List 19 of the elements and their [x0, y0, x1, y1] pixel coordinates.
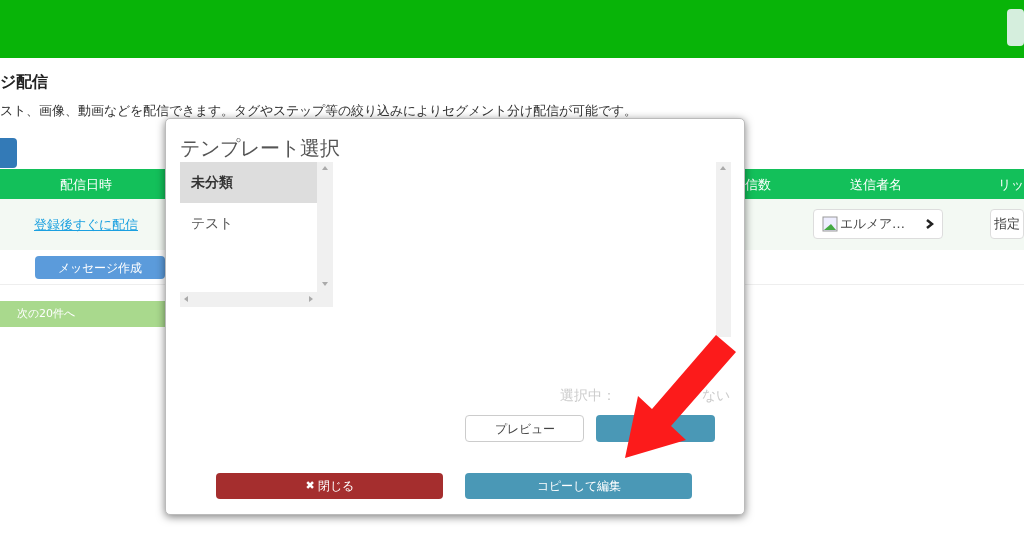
category-item[interactable]: 未分類	[180, 162, 317, 203]
add-button[interactable]	[0, 138, 17, 168]
column-header: 送信者名	[850, 176, 902, 194]
image-icon	[822, 216, 838, 232]
page-title: ジ配信	[0, 72, 48, 91]
column-header: 配信日時	[60, 176, 112, 194]
header-button[interactable]	[1007, 9, 1024, 46]
column-header: 信数	[745, 176, 771, 194]
chevron-right-icon	[926, 219, 934, 229]
scrollbar[interactable]	[716, 162, 731, 337]
specify-button[interactable]: 指定	[990, 209, 1024, 239]
close-icon: ✖	[305, 477, 315, 495]
preview-button[interactable]: プレビュー	[465, 415, 584, 442]
sender-button[interactable]: エルメア…	[813, 209, 943, 239]
page-description: スト、画像、動画などを配信できます。タグやステップ等の絞り込みによりセグメント分け配信が可能です。	[0, 103, 637, 118]
category-item[interactable]: テスト	[180, 203, 317, 244]
close-button[interactable]: ✖ 閉じる	[216, 473, 443, 499]
column-header: リッ	[998, 176, 1024, 194]
dialog-title: テンプレート選択	[180, 135, 340, 162]
